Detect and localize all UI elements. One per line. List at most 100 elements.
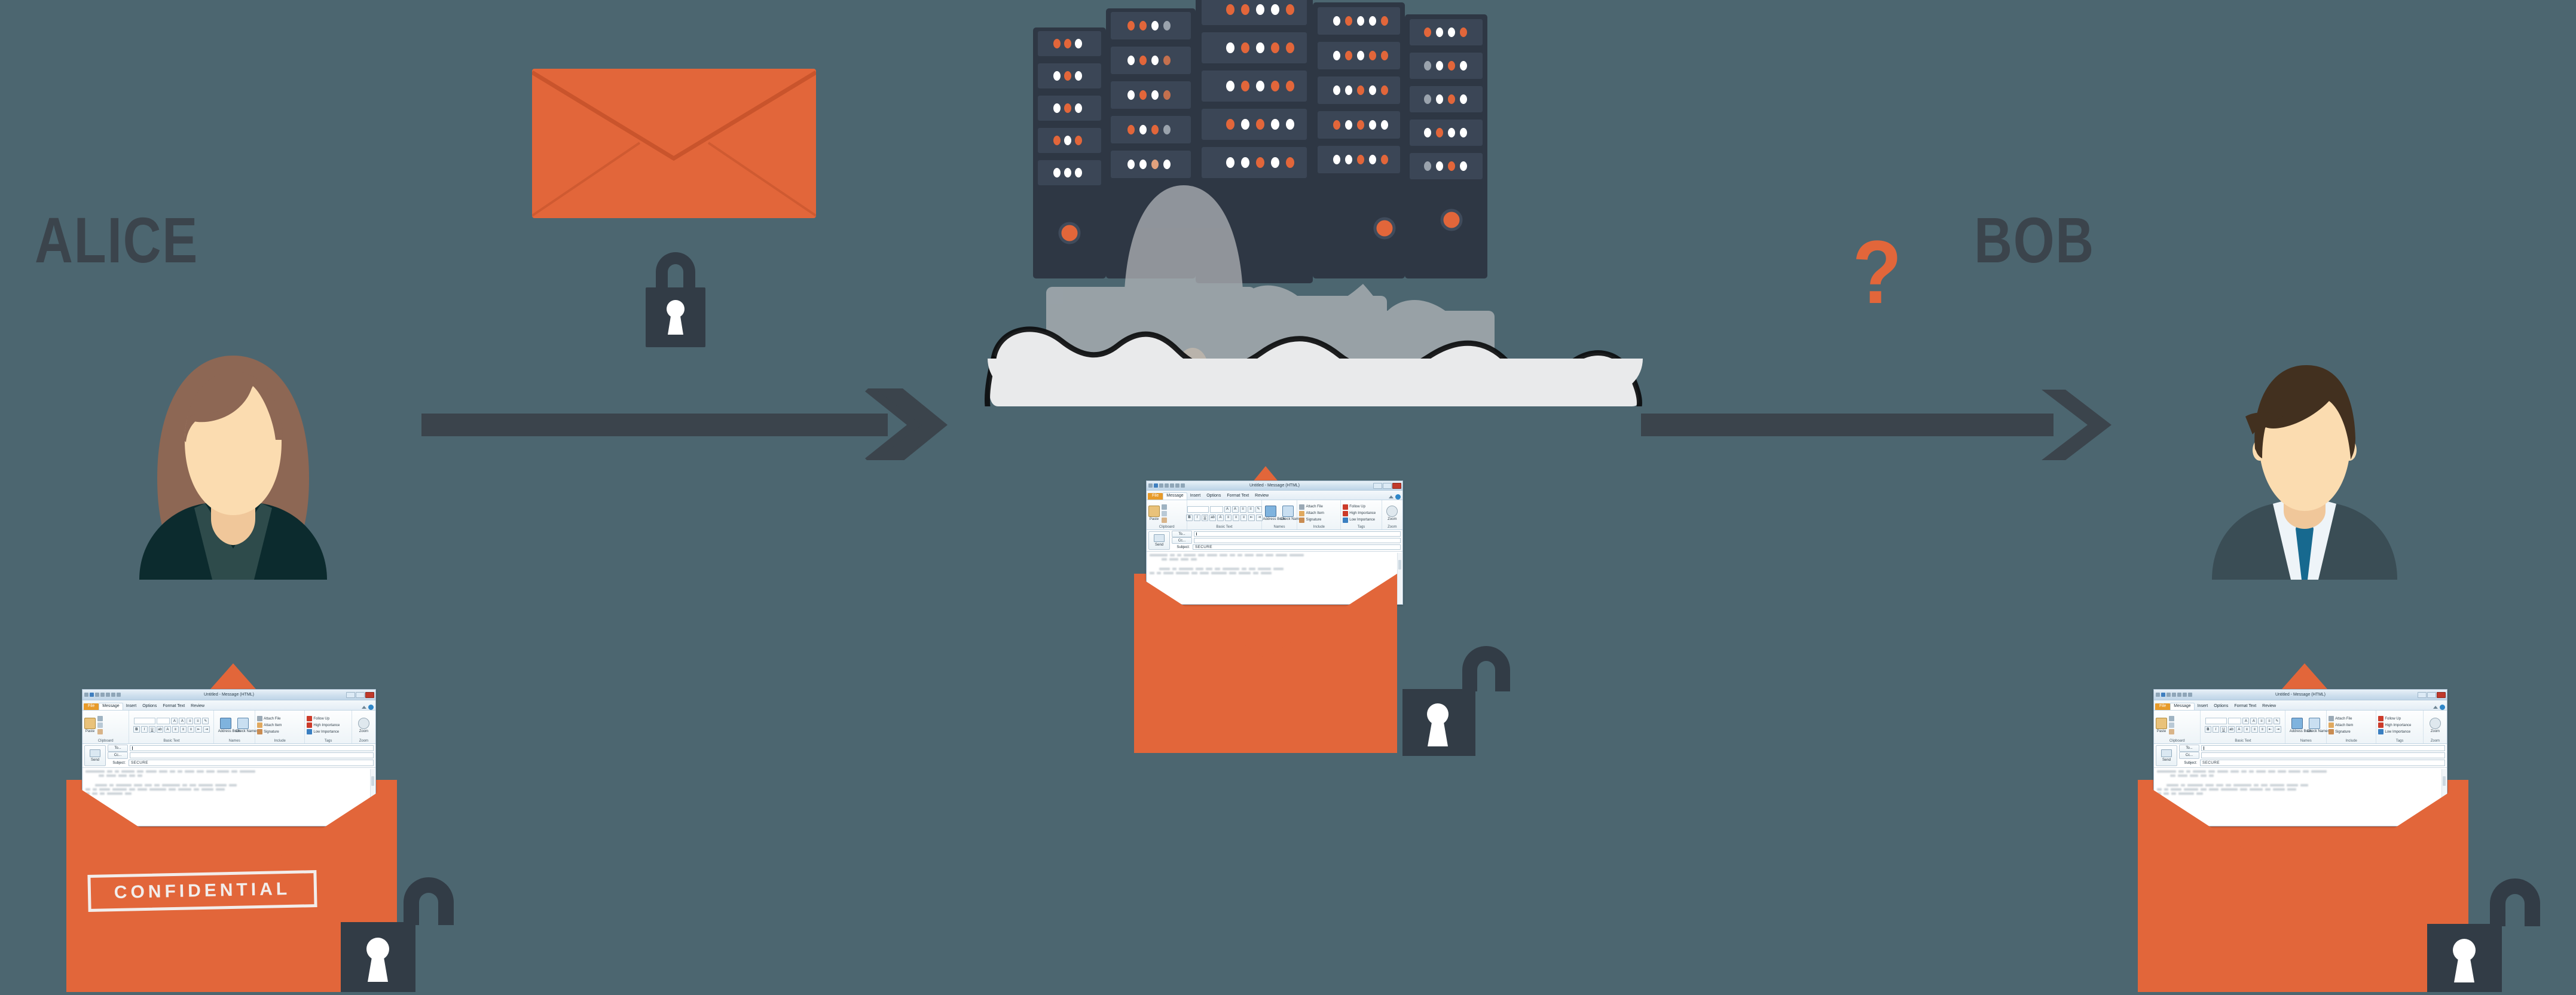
italic-icon[interactable]: I bbox=[2212, 726, 2219, 733]
next-item-icon[interactable] bbox=[2183, 693, 2187, 697]
cc-input[interactable] bbox=[1194, 538, 1401, 544]
message-header-area[interactable]: Send To... Cc... Subject: SECURE bbox=[2154, 743, 2447, 768]
underline-icon[interactable]: U bbox=[1202, 514, 1209, 521]
low-importance-button[interactable]: Low Importance bbox=[1343, 517, 1375, 523]
numbering-icon[interactable]: ≡ bbox=[1247, 506, 1254, 513]
shrink-font-icon[interactable]: A bbox=[1232, 506, 1239, 513]
customize-qat-icon[interactable] bbox=[1181, 483, 1185, 488]
font-size-select[interactable] bbox=[1209, 506, 1223, 513]
redo-icon[interactable] bbox=[2172, 693, 2176, 697]
font-color-icon[interactable]: A bbox=[2235, 726, 2242, 733]
ribbon-tabs[interactable]: File Message Insert Options Format Text … bbox=[82, 700, 375, 711]
bold-icon[interactable]: B bbox=[133, 726, 140, 733]
ribbon-tabs[interactable]: File Message Insert Options Format Text … bbox=[1147, 491, 1402, 500]
tab-file[interactable]: File bbox=[1148, 493, 1163, 500]
italic-icon[interactable]: I bbox=[1194, 514, 1201, 521]
bold-icon[interactable]: B bbox=[1186, 514, 1193, 521]
high-importance-button[interactable]: High Importance bbox=[1343, 510, 1376, 516]
maximize-button[interactable] bbox=[356, 691, 365, 698]
outlook-title-bar[interactable]: Untitled - Message (HTML) bbox=[2154, 690, 2447, 701]
cut-icon[interactable] bbox=[97, 716, 103, 722]
copy-icon[interactable] bbox=[2169, 722, 2174, 728]
address-book-button[interactable]: Address Book bbox=[1263, 505, 1285, 521]
low-importance-button[interactable]: Low Importance bbox=[307, 729, 339, 735]
copy-icon[interactable] bbox=[1162, 510, 1167, 516]
attach-file-button[interactable]: Attach File bbox=[2329, 716, 2352, 722]
tab-review[interactable]: Review bbox=[188, 703, 207, 710]
subject-input[interactable]: SECURE bbox=[1193, 544, 1401, 550]
address-book-button[interactable]: Address Book bbox=[2290, 717, 2312, 733]
body-scrollbar[interactable] bbox=[370, 769, 375, 826]
cut-icon[interactable] bbox=[1162, 504, 1167, 510]
tab-options[interactable]: Options bbox=[2211, 703, 2231, 710]
format-painter2-icon[interactable]: ✎ bbox=[202, 718, 209, 725]
low-importance-button[interactable]: Low Importance bbox=[2378, 729, 2410, 735]
format-painter2-icon[interactable]: ✎ bbox=[2274, 718, 2281, 725]
increase-indent-icon[interactable]: ⇥ bbox=[2274, 726, 2281, 733]
high-importance-button[interactable]: High Importance bbox=[307, 722, 340, 728]
save-icon[interactable] bbox=[2161, 693, 2165, 697]
tab-review[interactable]: Review bbox=[1252, 493, 1272, 500]
body-scrollbar[interactable] bbox=[1397, 553, 1402, 604]
tab-message[interactable]: Message bbox=[99, 703, 123, 711]
tab-format-text[interactable]: Format Text bbox=[160, 703, 188, 710]
ribbon[interactable]: Paste Clipboard A A ≡ ≡ ✎ B I U ab A ≡ ≡… bbox=[1147, 500, 1402, 531]
tab-message[interactable]: Message bbox=[1163, 492, 1187, 500]
zoom-button[interactable]: Zoom bbox=[357, 717, 369, 733]
minimize-button[interactable] bbox=[1373, 482, 1382, 489]
paste-button[interactable]: Paste bbox=[2156, 717, 2167, 733]
cc-button[interactable]: Cc... bbox=[108, 752, 128, 760]
decrease-indent-icon[interactable]: ⇤ bbox=[2266, 726, 2274, 733]
collapse-ribbon-icon[interactable] bbox=[1389, 495, 1394, 498]
grow-font-icon[interactable]: A bbox=[2242, 718, 2250, 725]
format-painter-icon[interactable] bbox=[2169, 729, 2174, 735]
underline-icon[interactable]: U bbox=[2220, 726, 2227, 733]
highlight-icon[interactable]: ab bbox=[156, 726, 163, 733]
format-painter-icon[interactable] bbox=[1162, 517, 1167, 523]
signature-button[interactable]: Signature bbox=[1299, 517, 1321, 523]
close-button[interactable] bbox=[1392, 482, 1401, 489]
align-right-icon[interactable]: ≡ bbox=[187, 726, 194, 733]
font-name-select[interactable] bbox=[134, 718, 156, 725]
quick-access-toolbar[interactable] bbox=[82, 693, 121, 697]
decrease-indent-icon[interactable]: ⇤ bbox=[195, 726, 202, 733]
numbering-icon[interactable]: ≡ bbox=[2266, 718, 2273, 725]
cut-icon[interactable] bbox=[2169, 716, 2174, 722]
undo-icon[interactable] bbox=[2166, 693, 2171, 697]
align-right-icon[interactable]: ≡ bbox=[2259, 726, 2266, 733]
cc-button[interactable]: Cc... bbox=[1172, 537, 1192, 544]
tab-file[interactable]: File bbox=[2155, 703, 2171, 711]
ribbon-help-area[interactable] bbox=[1389, 494, 1402, 500]
align-center-icon[interactable]: ≡ bbox=[1233, 514, 1240, 521]
next-item-icon[interactable] bbox=[111, 693, 115, 697]
to-button[interactable]: To... bbox=[2179, 744, 2199, 752]
scrollbar-thumb[interactable] bbox=[371, 776, 374, 786]
align-right-icon[interactable]: ≡ bbox=[1240, 514, 1248, 521]
check-names-button[interactable]: Check Names bbox=[2307, 717, 2329, 733]
to-button[interactable]: To... bbox=[1172, 531, 1192, 538]
decrease-indent-icon[interactable]: ⇤ bbox=[1248, 514, 1255, 521]
attach-file-button[interactable]: Attach File bbox=[257, 716, 280, 722]
redo-icon[interactable] bbox=[1165, 483, 1169, 488]
font-size-select[interactable] bbox=[2228, 718, 2242, 725]
cc-button[interactable]: Cc... bbox=[2179, 752, 2199, 760]
window-controls[interactable] bbox=[1373, 482, 1402, 489]
italic-icon[interactable]: I bbox=[140, 726, 148, 733]
save-icon[interactable] bbox=[1154, 483, 1158, 488]
previous-item-icon[interactable] bbox=[2177, 693, 2181, 697]
outlook-title-bar[interactable]: Untitled - Message (HTML) bbox=[1147, 481, 1402, 491]
zoom-button[interactable]: Zoom bbox=[2429, 717, 2441, 733]
maximize-button[interactable] bbox=[1383, 482, 1392, 489]
align-center-icon[interactable]: ≡ bbox=[2251, 726, 2258, 733]
previous-item-icon[interactable] bbox=[106, 693, 110, 697]
customize-qat-icon[interactable] bbox=[117, 693, 121, 697]
undo-icon[interactable] bbox=[1159, 483, 1163, 488]
quick-access-toolbar[interactable] bbox=[2154, 693, 2192, 697]
tab-format-text[interactable]: Format Text bbox=[2231, 703, 2259, 710]
previous-item-icon[interactable] bbox=[1170, 483, 1174, 488]
close-button[interactable] bbox=[2437, 691, 2446, 698]
follow-up-button[interactable]: Follow Up bbox=[2378, 716, 2401, 722]
font-size-select[interactable] bbox=[157, 718, 170, 725]
highlight-icon[interactable]: ab bbox=[1209, 514, 1217, 521]
redo-icon[interactable] bbox=[100, 693, 105, 697]
